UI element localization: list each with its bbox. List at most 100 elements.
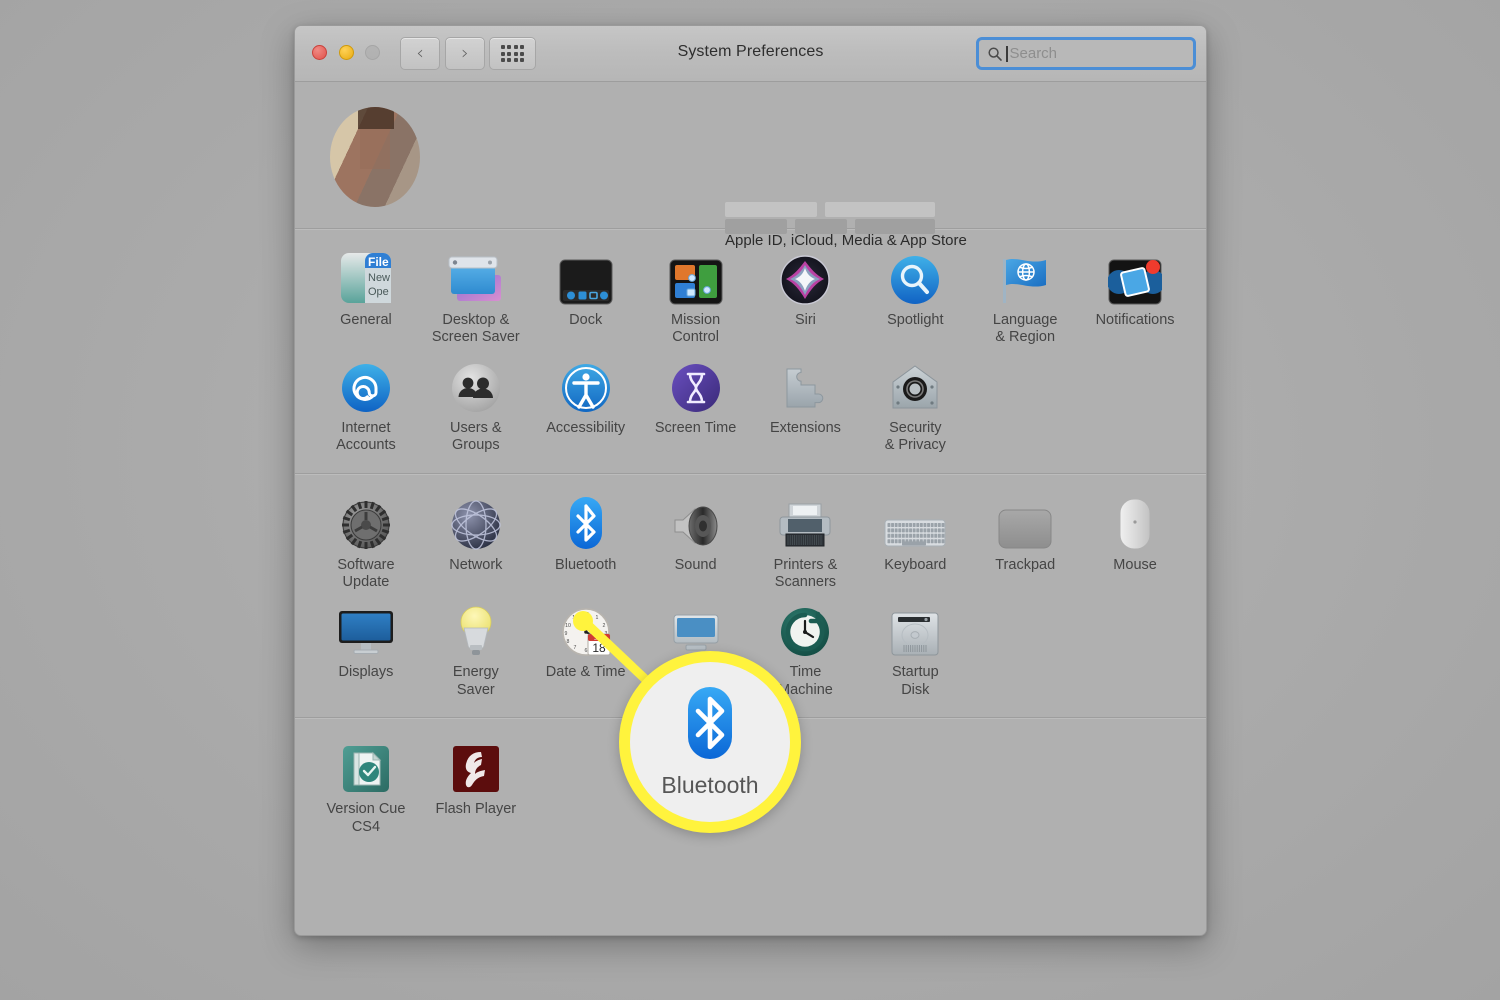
svg-text:6: 6 <box>584 648 587 654</box>
svg-text:11: 11 <box>572 615 577 621</box>
pref-pane-label: Version Cue CS4 <box>326 801 406 835</box>
pref-pane-mission-control[interactable]: Mission Control <box>641 243 751 347</box>
pref-pane-energy-saver[interactable]: Energy Saver <box>421 595 531 699</box>
pref-pane-language-region[interactable]: Language & Region <box>970 243 1080 347</box>
version-cue-icon <box>311 740 421 794</box>
pref-pane-label: Extensions <box>769 419 841 436</box>
software-update-icon <box>311 496 421 550</box>
pref-pane-accessibility[interactable]: Accessibility <box>531 351 641 455</box>
svg-text:8: 8 <box>566 639 569 645</box>
trackpad-icon <box>970 496 1080 550</box>
text-caret <box>1006 45 1008 62</box>
pref-pane-extensions[interactable]: Extensions <box>751 351 861 455</box>
siri-icon <box>751 251 861 305</box>
pref-pane-label: Mouse <box>1113 556 1157 573</box>
account-name-redacted <box>725 202 817 217</box>
svg-text:7: 7 <box>573 645 576 651</box>
account-name-redacted <box>825 202 935 217</box>
pref-pane-keyboard[interactable]: Keyboard <box>860 488 970 592</box>
search-field[interactable] <box>976 37 1196 70</box>
pref-pane-sound[interactable]: Sound <box>641 488 751 592</box>
time-machine-icon <box>751 603 861 657</box>
pref-pane-general[interactable]: File New Ope General <box>311 243 421 347</box>
pref-pane-printers-scanners[interactable]: Printers & Scanners <box>751 488 861 592</box>
search-icon <box>988 46 1002 61</box>
pref-pane-label: Spotlight <box>887 312 944 328</box>
pref-pane-bluetooth[interactable]: Bluetooth <box>531 488 641 592</box>
pref-pane-label: Flash Player <box>435 801 517 818</box>
apple-id-row[interactable]: Apple ID, iCloud, Media & App Store Appl… <box>295 82 1206 249</box>
svg-text:New: New <box>368 272 390 284</box>
displays-icon <box>311 603 421 657</box>
pref-pane-screen-time[interactable]: Screen Time <box>641 351 751 455</box>
notifications-icon <box>1080 251 1190 305</box>
pref-pane-label: Language & Region <box>992 312 1058 346</box>
pref-pane-date-time[interactable]: 1212 345 678 91011 JUL 18Date & Time <box>531 595 641 699</box>
extensions-icon <box>751 359 861 413</box>
pref-pane-trackpad[interactable]: Trackpad <box>970 488 1080 592</box>
svg-text:1: 1 <box>595 615 598 621</box>
security-privacy-icon <box>860 359 970 413</box>
pref-pane-mouse[interactable]: Mouse <box>1080 488 1190 592</box>
energy-saver-icon <box>421 603 531 657</box>
pref-pane-label: Software Update <box>337 556 395 590</box>
pref-pane-network[interactable]: Network <box>421 488 531 592</box>
pref-pane-software-update[interactable]: Software Update <box>311 488 421 592</box>
mission-control-icon <box>641 251 751 305</box>
bluetooth-magnifier-label: Bluetooth <box>661 772 759 798</box>
pref-pane-version-cue[interactable]: Version Cue CS4 <box>311 732 421 836</box>
pref-pane-label: General <box>340 312 392 328</box>
pref-pane-desktop-screensaver[interactable]: Desktop & Screen Saver <box>421 243 531 347</box>
bluetooth-icon <box>531 496 641 550</box>
svg-text:Ope: Ope <box>368 286 389 298</box>
pref-pane-label: Displays <box>338 664 394 681</box>
pref-pane-displays[interactable]: Displays <box>311 595 421 699</box>
language-region-icon <box>970 251 1080 305</box>
general-icon: File New Ope <box>311 251 421 305</box>
preferences-grid-personal: File New Ope General Desktop & Screen Sav… <box>295 229 1206 473</box>
accessibility-icon <box>531 359 641 413</box>
pref-pane-spotlight[interactable]: Spotlight <box>860 243 970 347</box>
pref-pane-label: Users & Groups <box>450 419 502 454</box>
search-input[interactable] <box>1009 45 1170 62</box>
pref-pane-label: Trackpad <box>995 556 1056 573</box>
flash-player-icon <box>421 740 531 794</box>
mouse-icon <box>1080 496 1190 550</box>
users-groups-icon <box>421 359 531 413</box>
pref-pane-label: Startup Disk <box>891 664 939 698</box>
svg-text:2: 2 <box>602 623 605 629</box>
printers-scanners-icon <box>751 496 861 550</box>
pref-pane-label: Siri <box>794 312 816 328</box>
startup-disk-icon <box>860 603 970 657</box>
pref-pane-internet-accounts[interactable]: Internet Accounts <box>311 351 421 455</box>
desktop-screensaver-icon <box>421 251 531 305</box>
pref-pane-security-privacy[interactable]: Security & Privacy <box>860 351 970 455</box>
window-titlebar: ‹ › System Preferences <box>295 26 1206 82</box>
svg-text:18: 18 <box>592 641 606 655</box>
pref-pane-siri[interactable]: Siri <box>751 243 861 347</box>
pref-pane-users-groups[interactable]: Users & Groups <box>421 351 531 455</box>
keyboard-icon <box>860 496 970 550</box>
bluetooth-icon-magnified <box>679 685 741 766</box>
pref-pane-label: Printers & Scanners <box>773 556 838 590</box>
pref-pane-notifications[interactable]: Notifications <box>1080 243 1190 347</box>
pref-pane-dock[interactable]: Dock <box>531 243 641 347</box>
avatar[interactable] <box>330 107 420 207</box>
pref-pane-label: Desktop & Screen Saver <box>431 312 520 346</box>
pref-pane-flash-player[interactable]: Flash Player <box>421 732 531 836</box>
svg-text:File: File <box>368 255 389 269</box>
pref-pane-label: Security & Privacy <box>884 419 946 454</box>
pref-pane-label: Accessibility <box>546 419 626 436</box>
pref-pane-label: Sound <box>674 556 717 573</box>
svg-text:12: 12 <box>583 612 589 618</box>
dock-icon <box>531 251 641 305</box>
spotlight-icon <box>860 251 970 305</box>
pref-pane-label: Internet Accounts <box>336 419 396 454</box>
screen-time-icon <box>641 359 751 413</box>
sharing-icon <box>641 603 751 657</box>
internet-accounts-icon <box>311 359 421 413</box>
date-time-icon: 1212 345 678 91011 JUL 18 <box>531 603 641 657</box>
network-icon <box>421 496 531 550</box>
pref-pane-startup-disk[interactable]: Startup Disk <box>860 595 970 699</box>
pref-pane-label: Screen Time <box>654 419 737 436</box>
